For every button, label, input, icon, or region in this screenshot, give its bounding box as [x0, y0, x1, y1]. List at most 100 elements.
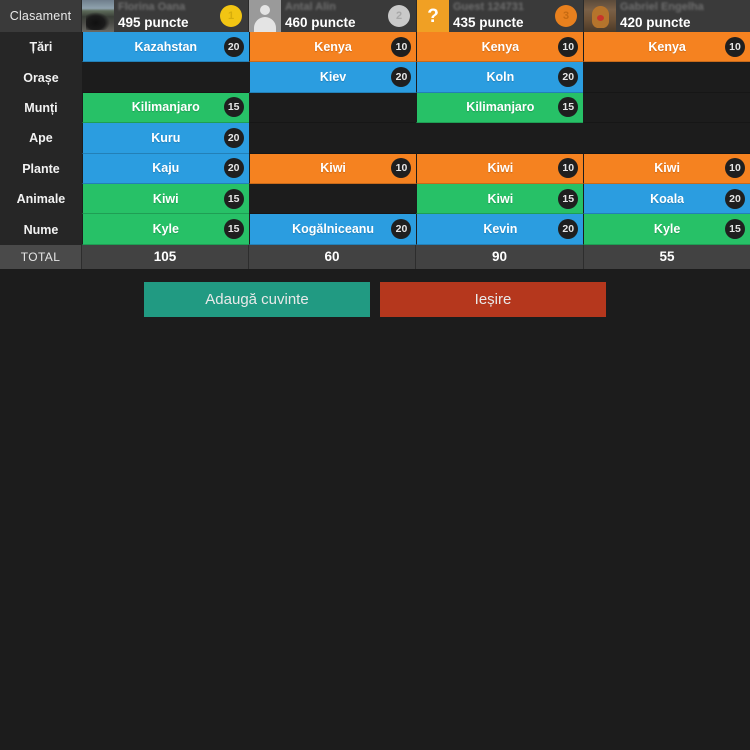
answer-text: Kaju — [152, 161, 180, 176]
scoreboard-header: Clasament Florina Oana 495 puncte 1 Antal A… — [0, 0, 750, 32]
points-badge: 15 — [558, 188, 579, 209]
player-header-3[interactable]: ? Guest 124731 435 puncte 3 — [416, 0, 583, 32]
answer-cell — [416, 123, 584, 154]
answer-cell[interactable]: Kenya 10 — [416, 32, 584, 63]
player-points: 420 puncte — [620, 15, 691, 30]
answer-text: Kiev — [319, 70, 347, 85]
answer-text: Kiwi — [152, 191, 179, 206]
category-label: Animale — [0, 183, 82, 215]
category-label: Țări — [0, 32, 82, 63]
player-name: Gabriel Engelha — [620, 1, 704, 13]
category-label: Plante — [0, 153, 82, 184]
points-badge: 20 — [725, 188, 746, 209]
answers-grid: Țări Kazahstan 20 Kenya 10 Kenya 10 Kenya 10 Oraș… — [0, 32, 750, 245]
answer-cell[interactable]: Kiwi 10 — [248, 153, 417, 184]
answer-cell[interactable]: Kiwi 15 — [416, 183, 584, 215]
points-badge: 20 — [391, 67, 412, 88]
answer-cell[interactable]: Kaju 20 — [81, 153, 249, 184]
points-badge: 10 — [391, 158, 412, 179]
points-badge: 10 — [558, 158, 579, 179]
player-header-1[interactable]: Florina Oana 495 puncte 1 — [81, 0, 248, 32]
answer-cell[interactable]: Kiwi 10 — [416, 153, 584, 184]
player-header-list: Florina Oana 495 puncte 1 Antal Alin 460 pun… — [81, 0, 750, 32]
points-badge: 10 — [391, 36, 412, 57]
answer-cell[interactable]: Kevin 20 — [416, 214, 584, 245]
answer-text: Kyle — [152, 222, 179, 237]
answer-cell[interactable]: Kiev 20 — [248, 62, 417, 93]
points-badge: 20 — [558, 219, 579, 240]
answer-cell[interactable]: Kogălniceanu 20 — [248, 214, 417, 245]
answer-text: Kyle — [653, 222, 681, 237]
player-header-4[interactable]: Gabriel Engelha 420 puncte — [583, 0, 750, 32]
points-badge: 20 — [558, 67, 579, 88]
answer-text: Kilimanjaro — [466, 100, 535, 115]
answer-cell[interactable]: Kyle 15 — [583, 214, 750, 245]
answer-cell[interactable]: Kazahstan 20 — [81, 32, 249, 63]
category-label: Orașe — [0, 62, 82, 93]
answer-text: Kiwi — [320, 161, 346, 176]
answer-cell — [248, 183, 417, 215]
table-row: Munți Kilimanjaro 15 Kilimanjaro 15 — [0, 92, 750, 124]
answer-cell[interactable]: Kilimanjaro 15 — [81, 92, 249, 124]
answer-cell[interactable]: Kilimanjaro 15 — [416, 92, 584, 124]
answer-cell[interactable]: Kenya 10 — [248, 32, 417, 63]
answer-cell[interactable]: Kiwi 15 — [81, 183, 249, 215]
category-label: Ape — [0, 123, 82, 154]
answer-cell[interactable]: Kenya 10 — [583, 32, 750, 63]
answer-cell[interactable]: Kuru 20 — [81, 123, 249, 154]
table-row: Plante Kaju 20 Kiwi 10 Kiwi 10 Kiwi 10 — [0, 153, 750, 184]
category-label: Munți — [0, 92, 82, 124]
photo-avatar — [82, 0, 114, 32]
answer-cell — [81, 62, 249, 93]
total-label: TOTAL — [0, 244, 81, 269]
answer-cell[interactable]: Kyle 15 — [81, 214, 249, 245]
points-badge: 15 — [223, 188, 244, 209]
answer-text: Kevin — [483, 222, 518, 237]
points-badge: 20 — [223, 127, 244, 148]
teddy-bear-photo-avatar — [584, 0, 616, 32]
points-badge: 15 — [223, 219, 244, 240]
scoreboard-title: Clasament — [0, 0, 81, 32]
answer-text: Koala — [650, 191, 685, 206]
points-badge: 15 — [558, 97, 579, 118]
answer-text: Kiwi — [654, 161, 680, 176]
table-row: Animale Kiwi 15 Kiwi 15 Koala 20 — [0, 183, 750, 215]
answer-text: Kazahstan — [134, 39, 198, 54]
rank-badge: 3 — [555, 5, 577, 27]
points-badge: 10 — [725, 36, 746, 57]
total-row: TOTAL 105 60 90 55 — [0, 244, 750, 269]
total-value: 105 — [81, 244, 248, 269]
question-mark-avatar: ? — [417, 0, 449, 32]
answer-cell — [583, 123, 750, 154]
silhouette-avatar — [249, 0, 281, 32]
answer-cell[interactable]: Koala 20 — [583, 183, 750, 215]
answer-text: Kuru — [151, 130, 181, 145]
player-header-texts: Gabriel Engelha 420 puncte — [616, 0, 750, 32]
answer-text: Kenya — [648, 39, 686, 54]
points-badge: 10 — [725, 158, 746, 179]
answer-text: Kiwi — [487, 191, 514, 206]
question-mark-icon: ? — [427, 5, 439, 27]
add-words-button[interactable]: Adaugă cuvinte — [144, 281, 370, 317]
table-row: Orașe Kiev 20 Koln 20 — [0, 62, 750, 93]
answer-cell — [248, 92, 417, 124]
answer-text: Koln — [486, 70, 515, 85]
answer-text: Kogălniceanu — [292, 222, 375, 237]
action-bar: Adaugă cuvinte Ieșire — [0, 269, 750, 317]
rank-badge: 1 — [220, 5, 242, 27]
player-header-2[interactable]: Antal Alin 460 puncte 2 — [248, 0, 416, 32]
exit-button[interactable]: Ieșire — [380, 281, 606, 317]
answer-cell[interactable]: Kiwi 10 — [583, 153, 750, 184]
points-badge: 10 — [558, 36, 579, 57]
answer-cell[interactable]: Koln 20 — [416, 62, 584, 93]
answer-text: Kenya — [481, 39, 520, 54]
answer-cell — [583, 92, 750, 124]
points-badge: 20 — [223, 36, 244, 57]
points-badge: 15 — [725, 219, 746, 240]
total-value: 90 — [415, 244, 583, 269]
answer-cell — [583, 62, 750, 93]
answer-text: Kiwi — [487, 161, 514, 176]
table-row: Țări Kazahstan 20 Kenya 10 Kenya 10 Kenya 10 — [0, 32, 750, 63]
points-badge: 20 — [223, 158, 244, 179]
rank-badge: 2 — [388, 5, 410, 27]
